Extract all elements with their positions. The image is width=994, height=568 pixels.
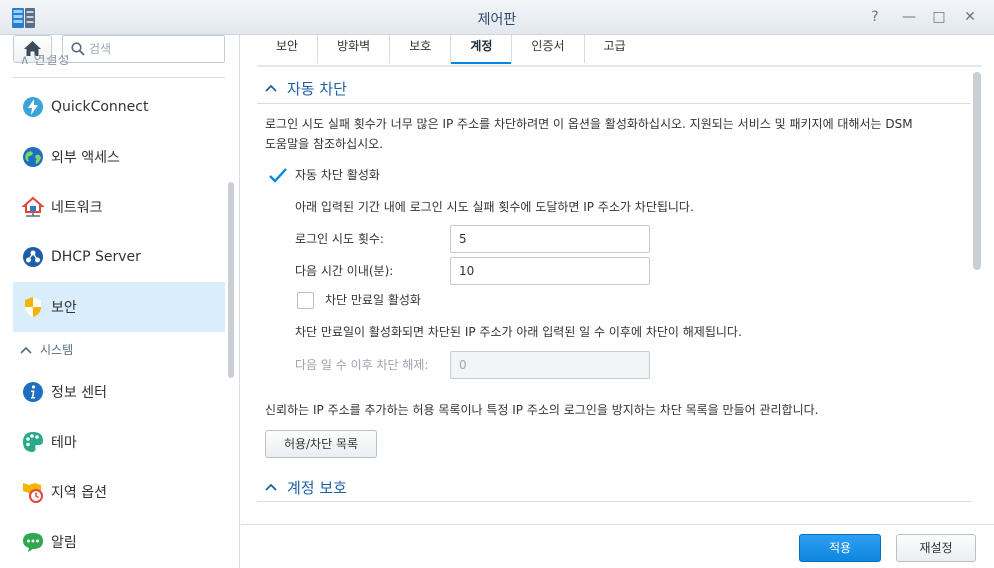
block-expiry-label: 차단 만료일 활성화 bbox=[325, 293, 421, 307]
sidebar-item-notification[interactable]: 알림 bbox=[13, 517, 225, 567]
minimize-button[interactable]: — bbox=[900, 8, 918, 26]
help-button[interactable]: ? bbox=[866, 8, 884, 26]
sidebar-category-system[interactable]: 시스템 bbox=[20, 341, 73, 358]
within-minutes-input[interactable]: 10 bbox=[450, 257, 650, 285]
block-expiry-checkbox[interactable] bbox=[297, 292, 314, 309]
tab-certificate[interactable]: 인증서 bbox=[512, 35, 585, 63]
section-auto-block-header[interactable]: 자동 차단 bbox=[265, 75, 347, 101]
section-account-protection-header[interactable]: 계정 보호 bbox=[265, 474, 347, 500]
regional-clock-icon bbox=[23, 483, 43, 503]
reset-button[interactable]: 재설정 bbox=[896, 534, 976, 562]
sidebar-item-label: 보안 bbox=[51, 300, 77, 316]
section-title: 자동 차단 bbox=[287, 79, 347, 98]
sidebar-item-quickconnect[interactable]: QuickConnect bbox=[13, 82, 225, 132]
shield-icon bbox=[25, 297, 41, 317]
search-box[interactable] bbox=[62, 35, 225, 63]
section-divider bbox=[257, 103, 971, 104]
allow-block-list-button[interactable]: 허용/차단 목록 bbox=[265, 430, 377, 458]
window-title: 제어판 bbox=[477, 12, 517, 28]
section-divider bbox=[257, 501, 971, 502]
info-icon bbox=[23, 382, 43, 402]
sidebar-item-label: QuickConnect bbox=[51, 99, 149, 115]
network-icon bbox=[21, 196, 45, 217]
content-scrollbar[interactable] bbox=[973, 72, 981, 270]
sidebar-item-dhcp-server[interactable]: DHCP Server bbox=[13, 232, 225, 282]
tab-account[interactable]: 계정 bbox=[451, 35, 513, 64]
checkmark-icon bbox=[269, 168, 287, 183]
auto-block-note: 아래 입력된 기간 내에 로그인 시도 실패 횟수에 도달하면 IP 주소가 차… bbox=[295, 200, 694, 214]
sidebar-item-security[interactable]: 보안 bbox=[13, 282, 225, 332]
unblock-days-input[interactable]: 0 bbox=[450, 351, 650, 379]
quickconnect-icon bbox=[23, 97, 43, 117]
palette-icon bbox=[23, 432, 43, 452]
sidebar-item-label: 알림 bbox=[51, 535, 77, 551]
maximize-button[interactable]: □ bbox=[930, 8, 948, 26]
search-icon bbox=[71, 42, 85, 56]
allow-block-list-note: 신뢰하는 IP 주소를 추가하는 허용 목록이나 특정 IP 주소의 로그인을 … bbox=[265, 403, 819, 417]
sidebar-item-label: 외부 액세스 bbox=[51, 150, 120, 166]
sidebar-scrollbar[interactable] bbox=[228, 182, 234, 378]
auto-block-description: 로그인 시도 실패 횟수가 너무 많은 IP 주소를 차단하려면 이 옵션을 활… bbox=[265, 117, 913, 151]
main-content: 자동 차단 로그인 시도 실패 횟수가 너무 많은 IP 주소를 차단하려면 이… bbox=[257, 70, 971, 523]
chevron-up-icon bbox=[265, 483, 277, 491]
close-button[interactable]: ✕ bbox=[961, 8, 979, 26]
sidebar-item-label: 네트워크 bbox=[51, 200, 103, 216]
sidebar-category-connectivity-partial: ∧ 연결성 bbox=[20, 55, 70, 68]
tab-advanced[interactable]: 고급 bbox=[585, 35, 645, 63]
auto-block-enable-checkbox[interactable] bbox=[268, 167, 287, 184]
section-title: 계정 보호 bbox=[287, 478, 347, 497]
sidebar-divider bbox=[13, 77, 225, 78]
apply-button[interactable]: 적용 bbox=[799, 534, 881, 562]
attempts-input[interactable]: 5 bbox=[450, 225, 650, 253]
search-input[interactable] bbox=[89, 39, 219, 59]
sidebar: ∧ 연결성 QuickConnect 외부 액세스 네트워크 bbox=[0, 35, 240, 568]
sidebar-item-label: 테마 bbox=[51, 435, 77, 451]
chevron-up-icon bbox=[20, 346, 32, 354]
chevron-up-icon bbox=[265, 84, 277, 92]
globe-icon bbox=[23, 147, 43, 167]
sidebar-item-info-center[interactable]: 정보 센터 bbox=[13, 367, 225, 417]
attempts-label: 로그인 시도 횟수: bbox=[295, 232, 384, 246]
sidebar-item-label: 정보 센터 bbox=[51, 385, 107, 401]
sidebar-item-label: 지역 옵션 bbox=[51, 485, 107, 501]
tab-security[interactable]: 보안 bbox=[257, 35, 319, 63]
sidebar-item-external-access[interactable]: 외부 액세스 bbox=[13, 132, 225, 182]
title-bar: 제어판 ? — □ ✕ bbox=[0, 0, 994, 35]
sidebar-item-regional-options[interactable]: 지역 옵션 bbox=[13, 467, 225, 517]
tab-bar-divider bbox=[257, 65, 982, 67]
auto-block-enable-label: 자동 차단 활성화 bbox=[295, 168, 380, 182]
tab-firewall[interactable]: 방화벽 bbox=[318, 35, 391, 63]
footer-bar: 적용 재설정 bbox=[241, 524, 994, 568]
unblock-days-label: 다음 일 수 이후 차단 해제: bbox=[295, 358, 429, 372]
within-minutes-label: 다음 시간 이내(분): bbox=[295, 264, 394, 278]
dhcp-icon bbox=[23, 247, 43, 267]
sidebar-item-network[interactable]: 네트워크 bbox=[13, 182, 225, 232]
sidebar-item-label: DHCP Server bbox=[51, 249, 141, 265]
chat-bubble-icon bbox=[23, 533, 43, 552]
sidebar-item-theme[interactable]: 테마 bbox=[13, 417, 225, 467]
tab-protection[interactable]: 보호 bbox=[390, 35, 452, 63]
tab-bar: 보안 방화벽 보호 계정 인증서 고급 bbox=[257, 35, 645, 64]
block-expiry-note: 차단 만료일이 활성화되면 차단된 IP 주소가 아래 입력된 일 수 이후에 … bbox=[295, 325, 742, 339]
